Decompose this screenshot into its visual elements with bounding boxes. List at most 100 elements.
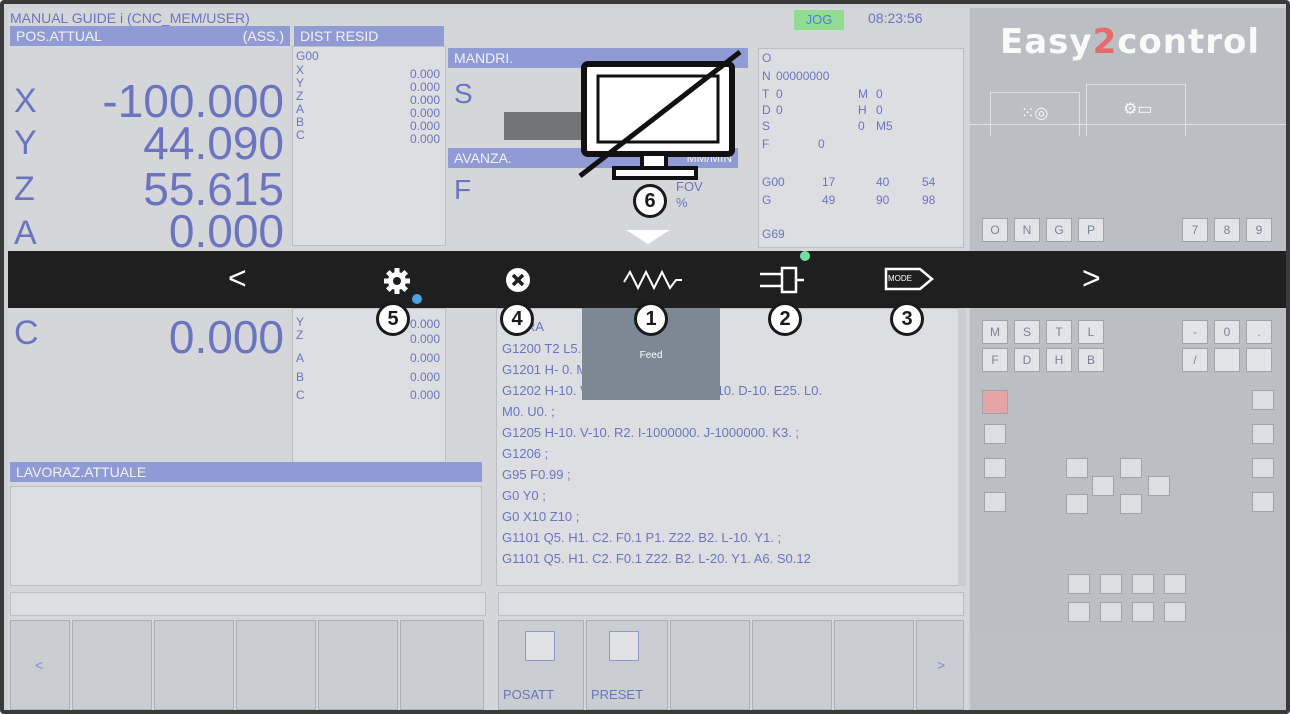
modal-code: G69 (762, 227, 785, 241)
modal-code: N (762, 69, 771, 83)
tab-panel-2[interactable]: ⚙▭ (1086, 84, 1186, 136)
program-line: G1101 Q5. H1. C2. F0.1 P1. Z22. B2. L-10… (502, 530, 782, 545)
modal-code: T (762, 87, 770, 101)
softkey[interactable] (318, 620, 398, 710)
feed-wave-icon[interactable] (622, 268, 684, 292)
modal-value: 0 (818, 137, 825, 151)
key-help[interactable] (1252, 492, 1274, 512)
fov-percent: % (676, 195, 688, 210)
key-h[interactable]: H (1046, 348, 1072, 372)
key-pos[interactable] (1068, 574, 1090, 594)
softkey-preset[interactable]: PRESET (586, 620, 668, 710)
softkey[interactable] (670, 620, 750, 710)
tab-panel-1[interactable]: ⁙◎ (990, 92, 1080, 136)
key-can[interactable] (1246, 348, 1272, 372)
axis-letter-z: Z (14, 170, 35, 208)
dist-axis-label: B (296, 370, 305, 384)
settings-notification-dot (412, 294, 422, 304)
key-message[interactable] (1100, 602, 1122, 622)
key-s[interactable]: S (1014, 320, 1040, 344)
modal-code: H (858, 103, 867, 117)
key-arrow-up[interactable] (1120, 458, 1142, 478)
key-cancel[interactable] (1252, 458, 1274, 478)
key-minus[interactable]: - (1182, 320, 1208, 344)
axis-value-c: 0.000 (168, 311, 284, 363)
key-slash[interactable]: / (1182, 348, 1208, 372)
position-header: POS.ATTUAL (ASS.) (10, 26, 290, 46)
key-prog[interactable] (1100, 574, 1122, 594)
key-m[interactable]: M (982, 320, 1008, 344)
next-arrow-button[interactable]: > (1082, 262, 1101, 294)
dist-axis-value: 0.000 (409, 388, 440, 402)
badge-3: 3 (890, 302, 924, 336)
key-delete[interactable] (984, 492, 1006, 512)
key-8[interactable]: 8 (1214, 218, 1240, 242)
key-page-down[interactable] (1066, 494, 1088, 514)
key-custom[interactable] (1164, 574, 1186, 594)
program-line: G0 X10 Z10 ; (502, 509, 580, 524)
key-0[interactable]: 0 (1214, 320, 1240, 344)
mode-indicator: JOG (794, 10, 844, 30)
key-t[interactable]: T (1046, 320, 1072, 344)
key-9[interactable]: 9 (1246, 218, 1272, 242)
mode-button[interactable]: MODE (884, 266, 936, 292)
key-l[interactable]: L (1078, 320, 1104, 344)
key-b[interactable]: B (1078, 348, 1104, 372)
key-7[interactable]: 7 (1182, 218, 1208, 242)
prev-arrow-button[interactable]: < (228, 262, 247, 294)
clamp-notification-dot (800, 251, 810, 261)
key-p[interactable]: P (1078, 218, 1104, 242)
input-line-right[interactable] (498, 592, 964, 616)
tool-clamp-icon[interactable] (758, 262, 808, 296)
softkey[interactable] (236, 620, 316, 710)
modal-value: 0 (876, 103, 883, 117)
current-work-panel (10, 486, 482, 586)
softkey-next[interactable]: > (916, 620, 964, 710)
key-shift[interactable] (982, 390, 1008, 414)
badge-1: 1 (634, 302, 668, 336)
key-eob[interactable] (1214, 348, 1240, 372)
program-line: G1101 Q5. H1. C2. F0.1 Z22. B2. L-20. Y1… (502, 551, 811, 566)
badge-2: 2 (768, 302, 802, 336)
key-o[interactable]: O (982, 218, 1008, 242)
axis-letter-c: C (14, 314, 39, 352)
key-reset[interactable] (1252, 390, 1274, 410)
dist-axis-value: 0.000 (409, 370, 440, 384)
easy2control-panel: Easy2control ⁙◎ ⚙▭ O N G P 7 8 9 M S T L… (970, 8, 1286, 710)
softkey[interactable] (752, 620, 832, 710)
softkey-prev[interactable]: < (10, 620, 70, 710)
key-insert[interactable] (984, 424, 1006, 444)
program-scrollbar[interactable] (958, 308, 966, 586)
key-f[interactable]: F (982, 348, 1008, 372)
dist-axis-label: Z (296, 328, 304, 342)
program-line: M0. U0. ; (502, 404, 555, 419)
key-custom2[interactable] (1164, 602, 1186, 622)
key-system[interactable] (1068, 602, 1090, 622)
axis-value-a: 0.000 (168, 205, 284, 248)
monitor-off-icon[interactable] (574, 50, 744, 194)
softkey[interactable] (72, 620, 152, 710)
key-graph[interactable] (1132, 602, 1154, 622)
close-circle-icon[interactable] (504, 266, 532, 294)
key-alter[interactable] (984, 458, 1006, 478)
key-page-up[interactable] (1066, 458, 1088, 478)
modal-code: M (858, 87, 868, 101)
key-g[interactable]: G (1046, 218, 1072, 242)
key-offset[interactable] (1132, 574, 1154, 594)
key-input[interactable] (1252, 424, 1274, 444)
settings-gear-icon[interactable] (382, 266, 412, 296)
key-dot[interactable]: . (1246, 320, 1272, 344)
input-line-left[interactable] (10, 592, 486, 616)
softkey[interactable] (834, 620, 914, 710)
keyboard-gear-icon: ⚙▭ (1123, 101, 1153, 118)
axis-letter-x: X (14, 82, 37, 120)
key-arrow-right[interactable] (1148, 476, 1170, 496)
softkey-posatt[interactable]: POSATT (498, 620, 584, 710)
tab-divider (970, 124, 1286, 125)
key-d[interactable]: D (1014, 348, 1040, 372)
key-arrow-down[interactable] (1120, 494, 1142, 514)
key-n[interactable]: N (1014, 218, 1040, 242)
key-arrow-left[interactable] (1092, 476, 1114, 496)
softkey[interactable] (154, 620, 234, 710)
softkey[interactable] (400, 620, 484, 710)
